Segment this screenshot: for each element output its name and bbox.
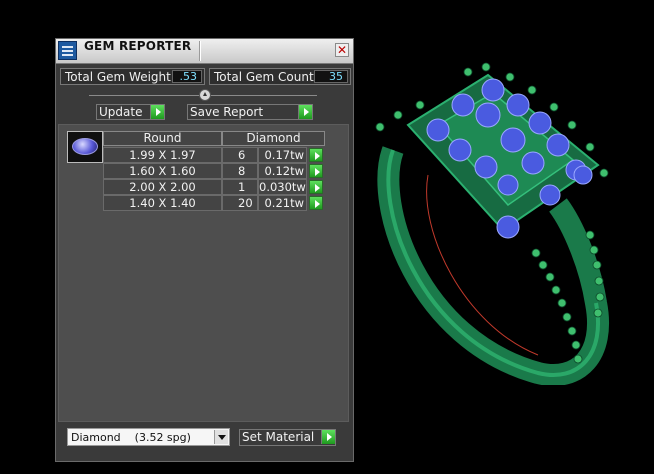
green-arrow-icon[interactable] (309, 164, 323, 178)
save-report-label: Save Report (190, 105, 264, 119)
set-material-label: Set Material (242, 430, 315, 444)
gem-size: 1.99 X 1.97 (103, 147, 222, 163)
green-arrow-icon[interactable] (309, 148, 323, 162)
green-arrow-icon[interactable] (309, 196, 323, 210)
table-row: 1.40 X 1.40 20 0.21tw (103, 195, 325, 211)
gem-reporter-panel: GEM REPORTER ✕ Total Gem Weight .53 Tota… (55, 38, 354, 462)
green-arrow-icon (150, 105, 164, 119)
total-gem-weight-value: .53 (172, 70, 202, 83)
column-header-round: Round (103, 131, 222, 146)
gem-size: 1.40 X 1.40 (103, 195, 222, 211)
title-bar[interactable]: GEM REPORTER ✕ (56, 39, 353, 64)
gem-weight: 0.12tw (258, 163, 307, 179)
update-label: Update (99, 105, 143, 119)
table-row: 2.00 X 2.00 1 0.030tw (103, 179, 325, 195)
update-button[interactable]: Update (96, 104, 165, 120)
gem-size: 1.60 X 1.60 (103, 163, 222, 179)
gem-list: Round Diamond 1.99 X 1.97 6 0.17tw 1.60 … (58, 124, 349, 422)
close-button[interactable]: ✕ (335, 43, 349, 57)
green-arrow-icon (321, 430, 335, 444)
title-separator (199, 41, 201, 61)
gem-count: 1 (222, 179, 258, 195)
table-row: 1.99 X 1.97 6 0.17tw (103, 147, 325, 163)
gem-weight: 0.17tw (258, 147, 307, 163)
column-header-diamond: Diamond (222, 131, 325, 146)
total-gem-count-label: Total Gem Count (214, 70, 314, 84)
ring-3d-model[interactable] (368, 55, 614, 385)
gem-weight: 0.21tw (258, 195, 307, 211)
total-gem-weight-box: Total Gem Weight .53 (60, 68, 205, 85)
material-selected: Diamond (3.52 spg) (71, 431, 191, 444)
gem-weight: 0.030tw (258, 179, 307, 195)
gem-count: 6 (222, 147, 258, 163)
chevron-down-icon[interactable] (214, 430, 228, 444)
window-title: GEM REPORTER (84, 39, 192, 53)
total-gem-weight-label: Total Gem Weight (65, 70, 171, 84)
gem-size: 2.00 X 2.00 (103, 179, 222, 195)
green-arrow-icon[interactable] (309, 180, 323, 194)
set-material-button[interactable]: Set Material (239, 429, 336, 446)
total-gem-count-box: Total Gem Count 35 (209, 68, 351, 85)
gem-count: 20 (222, 195, 258, 211)
round-gem-icon[interactable] (67, 131, 103, 163)
gem-count: 8 (222, 163, 258, 179)
green-arrow-icon (298, 105, 312, 119)
table-row: 1.60 X 1.60 8 0.12tw (103, 163, 325, 179)
save-report-button[interactable]: Save Report (187, 104, 313, 120)
material-dropdown[interactable]: Diamond (3.52 spg) (67, 428, 230, 446)
slider-handle[interactable] (199, 89, 211, 101)
gem-reporter-app-icon (58, 41, 77, 60)
total-gem-count-value: 35 (314, 70, 348, 83)
